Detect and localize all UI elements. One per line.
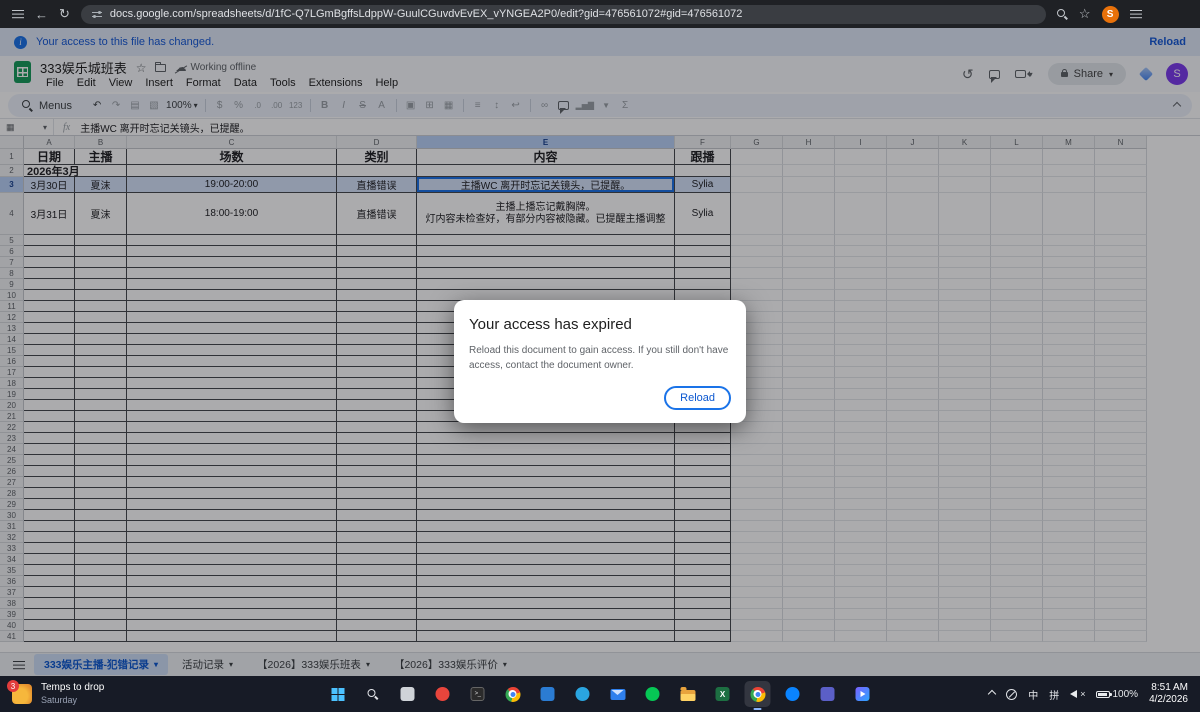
taskbar-app-chrome-active[interactable] xyxy=(745,681,771,707)
weather-widget[interactable]: 3 Temps to drop Saturday xyxy=(12,682,242,706)
site-settings-icon[interactable] xyxy=(92,10,102,19)
zoom-icon[interactable] xyxy=(1057,9,1068,20)
browser-menu-icon[interactable] xyxy=(12,9,24,19)
chrome-active-icon xyxy=(750,687,765,702)
screen: ← ↻ docs.google.com/spreadsheets/d/1fC-Q… xyxy=(0,0,1200,712)
dialog-body: Reload this document to gain access. If … xyxy=(469,343,731,373)
app-teal-icon xyxy=(576,687,590,701)
mail-icon xyxy=(610,689,625,700)
battery-indicator[interactable]: 100% xyxy=(1096,689,1138,700)
taskbar-app-mail[interactable] xyxy=(605,681,631,707)
page: i Your access to this file has changed. … xyxy=(0,28,1200,676)
bookmark-star-icon[interactable]: ☆ xyxy=(1079,6,1091,22)
weather-icon: 3 xyxy=(12,684,32,704)
taskbar-app-terminal[interactable]: >_ xyxy=(465,681,491,707)
taskbar-app-app-lightblue[interactable] xyxy=(780,681,806,707)
clock-time: 8:51 AM xyxy=(1151,682,1188,694)
taskbar-app-excel[interactable]: X xyxy=(710,681,736,707)
battery-label: 100% xyxy=(1112,689,1138,700)
taskbar: 3 Temps to drop Saturday >_ X 中 拼 × 100% … xyxy=(0,676,1200,712)
app-green-icon xyxy=(646,687,660,701)
browser-profile-avatar[interactable]: S xyxy=(1102,6,1119,23)
start-icon xyxy=(331,688,344,701)
taskbar-apps: >_ X xyxy=(325,676,876,712)
taskbar-app-app-indigo[interactable] xyxy=(815,681,841,707)
browser-reload-icon[interactable]: ↻ xyxy=(59,6,70,22)
browser-back-icon[interactable]: ← xyxy=(35,7,48,22)
system-tray: 中 拼 × 100% 8:51 AM 4/2/2026 xyxy=(989,682,1188,706)
clock[interactable]: 8:51 AM 4/2/2026 xyxy=(1149,682,1188,706)
terminal-icon: >_ xyxy=(471,687,485,701)
url-text: docs.google.com/spreadsheets/d/1fC-Q7LGm… xyxy=(110,8,743,20)
app-blue-icon xyxy=(541,687,555,701)
hidden-icons-chevron[interactable] xyxy=(989,691,995,697)
app-red-icon xyxy=(436,687,450,701)
notification-badge: 3 xyxy=(7,680,19,692)
taskbar-app-start[interactable] xyxy=(325,681,351,707)
search-icon xyxy=(367,689,378,700)
taskbar-app-chrome[interactable] xyxy=(500,681,526,707)
weather-subtext: Saturday xyxy=(41,694,104,706)
app-lightblue-icon xyxy=(786,687,800,701)
volume-muted-icon[interactable]: × xyxy=(1070,689,1085,699)
taskbar-app-media-player[interactable] xyxy=(850,681,876,707)
browser-overflow-icon[interactable] xyxy=(1130,9,1142,19)
dialog-reload-button[interactable]: Reload xyxy=(664,386,731,410)
weather-headline: Temps to drop xyxy=(41,682,104,694)
ime-language-button[interactable]: 中 xyxy=(1028,687,1038,702)
taskbar-app-app-blue[interactable] xyxy=(535,681,561,707)
file-explorer-icon xyxy=(680,690,695,701)
taskbar-app-task-view[interactable] xyxy=(395,681,421,707)
excel-icon: X xyxy=(716,687,730,701)
do-not-disturb-icon[interactable] xyxy=(1006,689,1017,700)
dialog-title: Your access has expired xyxy=(469,316,731,333)
taskbar-app-app-green[interactable] xyxy=(640,681,666,707)
access-expired-dialog: Your access has expired Reload this docu… xyxy=(454,300,746,423)
taskbar-app-search[interactable] xyxy=(360,681,386,707)
taskbar-app-app-teal[interactable] xyxy=(570,681,596,707)
taskbar-app-app-red[interactable] xyxy=(430,681,456,707)
taskbar-app-file-explorer[interactable] xyxy=(675,681,701,707)
app-indigo-icon xyxy=(821,687,835,701)
media-player-icon xyxy=(856,687,870,701)
chrome-icon xyxy=(505,687,520,702)
address-bar[interactable]: docs.google.com/spreadsheets/d/1fC-Q7LGm… xyxy=(81,5,1046,24)
browser-chrome: ← ↻ docs.google.com/spreadsheets/d/1fC-Q… xyxy=(0,0,1200,28)
clock-date: 4/2/2026 xyxy=(1149,694,1188,706)
task-view-icon xyxy=(401,687,415,701)
ime-mode-button[interactable]: 拼 xyxy=(1049,687,1059,702)
